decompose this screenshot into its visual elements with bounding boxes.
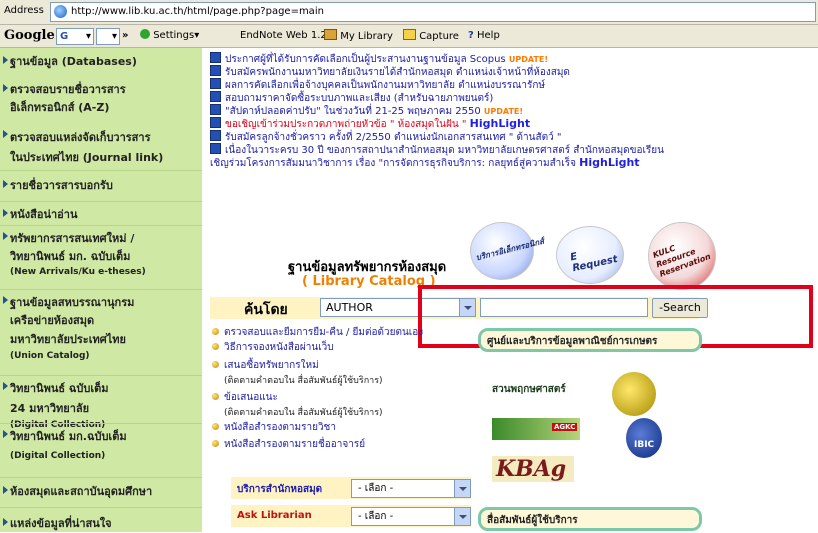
settings-icon [140,29,150,39]
library-icon [324,29,337,40]
library-services-row: บริการสำนักหอสมุด - เลือก - [231,477,471,499]
arrow-icon [3,296,8,304]
arrow-icon [3,209,8,217]
google-search-select[interactable]: G ▾ [56,28,94,45]
sidebar-item-libraries-universities[interactable]: ห้องสมุดและสถาบันอุดมศึกษา [0,477,202,508]
ie-page-icon [54,5,67,18]
arrow-icon [3,130,8,138]
google-logo: Google [4,28,55,43]
e-services-logo[interactable]: บริการอิเล็กทรอนิกส์ [470,222,545,280]
bullet-icon [210,65,221,76]
chevron-down-icon: ▾ [111,31,117,42]
address-url[interactable]: http://www.lib.ku.ac.th/html/page.php?pa… [71,6,324,17]
menu-course-reserve[interactable]: หนังสือสำรองตามรายวิชา [212,420,336,435]
menu-suggest-purchase[interactable]: เสนอซื้อทรัพยากรใหม่ (ติดตามคำตอบใน สื่อส… [212,358,383,387]
arrow-icon [3,180,8,188]
kulc-reservation-logo[interactable]: KULC Resource Reservation [648,222,716,290]
more-chevron[interactable]: » [122,29,128,43]
bullet-icon [210,143,221,154]
arrow-icon [3,518,8,526]
kbag-logo[interactable]: KBAg [492,456,574,482]
bullet-icon [212,393,219,400]
address-label: Address [4,5,44,16]
menu-self-renew[interactable]: ตรวจสอบและยืมการยืม-คืน / ยืมต่อด้วยตนเอ… [212,325,423,340]
bullet-icon [212,328,219,335]
my-library-button[interactable]: My Library [324,29,393,44]
arrow-icon [3,232,8,240]
arrow-icon [3,84,8,92]
sidebar-item-union-catalog[interactable]: ฐานข้อมูลสหบรรณานุกรม เครือข่ายห้องสมุด … [0,289,202,376]
google-toolbar: Google G ▾ ▾ » Settings▾ EndNote Web 1.2… [0,25,818,48]
highlight-box-right [704,285,813,348]
bullet-icon [212,440,219,447]
menu-reserve-web[interactable]: วิธีการจองหนังสือผ่านเว็บ [212,340,334,355]
sidebar-item-subscribed-journals[interactable]: รายชื่อวารสารบอกรับ [0,170,202,201]
bullet-icon [210,130,221,141]
help-icon: ? [468,30,474,41]
bullet-icon [210,52,221,63]
menu-professor-reserve[interactable]: หนังสือสำรองตามรายชื่ออาจารย์ [212,437,365,452]
chevron-down-icon [454,480,470,497]
news-item[interactable]: เชิญร่วมโครงการสัมมนาวิชาการ เรื่อง "การ… [210,156,640,171]
arrow-icon [3,382,8,390]
library-services-select[interactable]: - เลือก - [351,479,471,498]
address-field[interactable]: http://www.lib.ku.ac.th/html/page.php?pa… [50,2,816,22]
user-relations-link[interactable]: สื่อสัมพันธ์ผู้ใช้บริการ [478,507,702,531]
menu-feedback[interactable]: ข้อเสนอแนะ (ติดตามคำตอบใน สื่อสัมพันธ์ผู้… [212,390,383,419]
bullet-icon [210,104,221,115]
chevron-down-icon: ▾ [85,31,91,42]
bullet-icon [210,117,221,128]
e-request-logo[interactable]: E Request [556,226,624,284]
capture-icon [403,29,416,40]
chevron-down-icon [454,508,470,525]
agkc-logo[interactable]: AGKC [492,418,580,440]
chevron-down-icon: ▾ [194,30,200,41]
sidebar-item-interesting-sources[interactable]: แหล่งข้อมูลที่น่าสนใจ [0,507,202,533]
ask-librarian-row: Ask Librarian - เลือก - [231,505,471,527]
bullet-icon [212,343,219,350]
emblem-logo [612,372,656,416]
help-button[interactable]: ? Help [468,29,500,43]
google-search-input[interactable]: ▾ [96,28,120,45]
arrow-icon [3,486,8,494]
sidebar-item-ku-digital-collection[interactable]: วิทยานิพนธ์ มก.ฉบับเต็ม (Digital Collect… [0,423,202,478]
endnote-button[interactable]: EndNote Web 1.2 [240,29,327,43]
ibic-logo[interactable]: IBIC [626,418,662,458]
bullet-icon [212,361,219,368]
catalog-subtitle: ( Library Catalog ) [302,274,436,289]
settings-button[interactable]: Settings▾ [140,29,199,43]
sidebar-item-journal-link[interactable]: ตรวจสอบแหล่งจัดเก็บวารสาร ในประเทศไทย (J… [0,122,202,172]
bullet-icon [212,423,219,430]
arrow-icon [3,56,8,64]
bullet-icon [210,91,221,102]
search-by-label: ค้นโดย [244,302,288,318]
sidebar-item-recommended-books[interactable]: หนังสือน่าอ่าน [0,201,202,226]
agricultural-info-center-link[interactable]: ศูนย์และบริการข้อมูลพาณิชย์การเกษตร [478,328,702,352]
ask-librarian-select[interactable]: - เลือก - [351,507,471,526]
arrow-icon [3,430,8,438]
bullet-icon [210,78,221,89]
sidebar: ฐานข้อมูล (Databases) ตรวจสอบรายชื่อวารส… [0,48,202,532]
sidebar-item-new-arrivals[interactable]: ทรัพยากรสารสนเทศใหม่ / วิทยานิพนธ์ มก. ฉ… [0,225,202,290]
botanical-garden-logo[interactable]: สวนพฤกษศาสตร์ [492,378,566,400]
capture-button[interactable]: Capture [403,29,459,44]
address-bar: Address http://www.lib.ku.ac.th/html/pag… [0,0,818,25]
